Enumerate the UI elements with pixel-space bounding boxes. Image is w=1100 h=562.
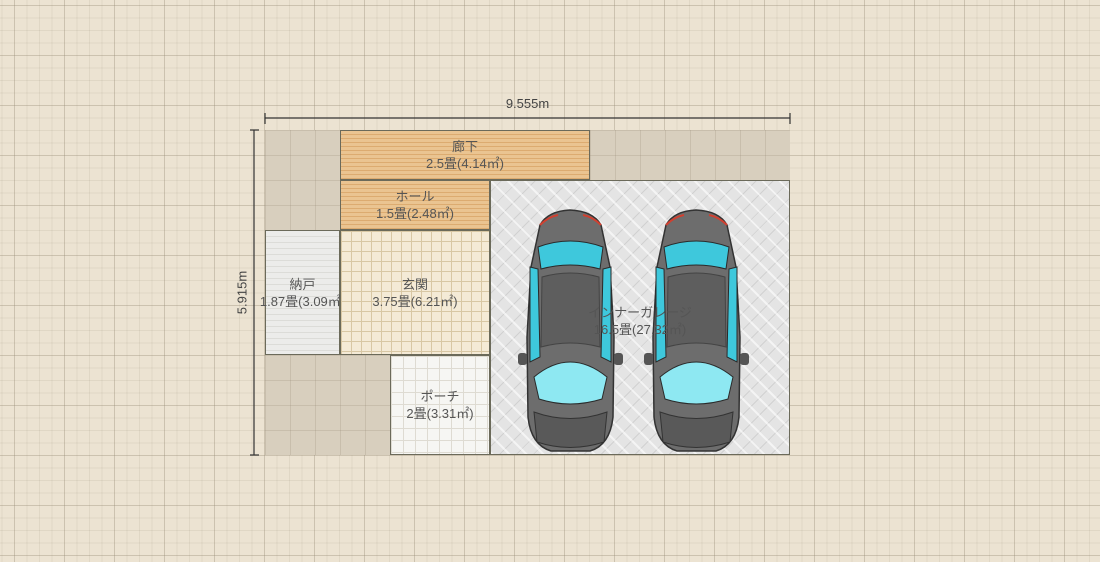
room-entrance-label: 玄関 3.75畳(6.21㎡)	[341, 276, 489, 310]
room-garage-name: インナーガレージ	[588, 305, 692, 320]
room-garage[interactable]: インナーガレージ 16.5畳(27.32㎡)	[490, 180, 790, 455]
room-porch[interactable]: ポーチ 2畳(3.31㎡)	[390, 355, 490, 455]
room-storage[interactable]: 納戸 1.87畳(3.09㎡)	[260, 230, 345, 355]
room-porch-name: ポーチ	[420, 389, 460, 404]
room-hallway-label: 廊下 2.5畳(4.14㎡)	[341, 138, 589, 172]
room-storage-name: 納戸	[289, 276, 316, 292]
room-hall-area: 1.5畳(2.48㎡)	[375, 206, 455, 221]
room-entrance-name: 玄関	[401, 276, 428, 292]
room-entrance[interactable]: 玄関 3.75畳(6.21㎡)	[340, 230, 490, 355]
room-garage-area: 16.5畳(27.32㎡)	[593, 322, 687, 337]
height-dimension: 5.915m	[234, 270, 250, 315]
room-hallway-name: 廊下	[451, 139, 478, 154]
room-hallway-area: 2.5畳(4.14㎡)	[425, 156, 505, 171]
room-entrance-area: 3.75畳(6.21㎡)	[372, 293, 458, 309]
room-hall-label: ホール 1.5畳(2.48㎡)	[341, 188, 489, 222]
room-storage-label: 納戸 1.87畳(3.09㎡)	[251, 276, 354, 310]
room-storage-area: 1.87畳(3.09㎡)	[259, 293, 346, 309]
room-hallway[interactable]: 廊下 2.5畳(4.14㎡)	[340, 130, 590, 180]
room-garage-label: インナーガレージ 16.5畳(27.32㎡)	[491, 304, 789, 338]
room-porch-label: ポーチ 2畳(3.31㎡)	[391, 388, 489, 422]
width-dimension: 9.555m	[505, 96, 550, 111]
room-porch-area: 2畳(3.31㎡)	[406, 406, 474, 421]
room-hall-name: ホール	[395, 189, 435, 204]
room-hall[interactable]: ホール 1.5畳(2.48㎡)	[340, 180, 490, 230]
